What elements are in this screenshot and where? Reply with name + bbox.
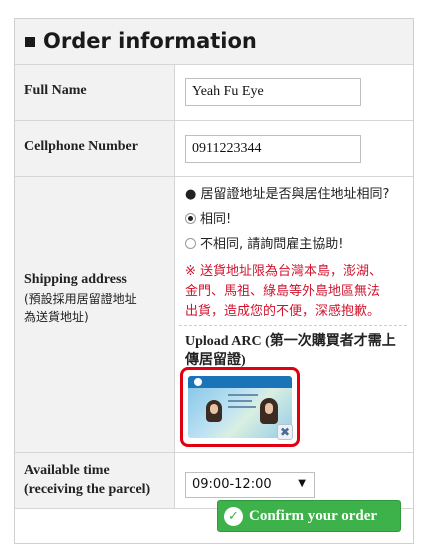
shipping-address-row: Shipping address (預設採用居留證地址 為送貨地址) ● 居留證… [15,177,413,453]
radio-selected-icon[interactable] [185,213,196,224]
address-question: ● 居留證地址是否與居住地址相同? [185,187,390,202]
radio-option-different[interactable]: 不相同, 請詢問雇主協助! [185,233,343,252]
shipping-notice: ※ 送貨地址限為台灣本島，澎湖、 金門、馬祖、綠島等外島地區無法 出貨，造成您的… [185,264,383,319]
upload-arc-label: Upload ARC (第一次購買者才需上 傳居留證) [185,334,396,368]
time-select-value: 09:00-12:00 [192,477,272,492]
confirm-order-label: Confirm your order [249,508,378,524]
cellphone-row: Cellphone Number 0911223344 [15,121,413,177]
radio-option-same-label: 相同! [200,212,232,227]
cellphone-label: Cellphone Number [24,139,138,154]
shipping-address-sublabel-1: (預設採用居留證地址 [24,292,137,306]
shipping-address-sublabel-2: 為送貨地址) [24,310,89,324]
full-name-row: Full Name Yeah Fu Eye [15,65,413,121]
square-icon [25,37,35,47]
form-header: Order information [15,19,413,65]
check-circle-icon: ✓ [224,507,243,526]
radio-option-same[interactable]: 相同! [185,208,231,227]
full-name-input[interactable]: Yeah Fu Eye [185,78,361,106]
page-title: Order information [43,29,257,53]
full-name-label: Full Name [24,83,87,98]
available-time-label: Available time [24,463,110,478]
emblem-icon [194,378,202,386]
actions-row: ✓ Confirm your order [15,500,413,543]
time-select[interactable]: 09:00-12:00 ▼ [185,472,315,498]
arc-upload-preview[interactable]: ✖ [180,367,300,447]
cellphone-input[interactable]: 0911223344 [185,135,361,163]
order-form: Order information Full Name Yeah Fu Eye … [14,18,414,544]
divider [179,325,407,326]
shipping-address-label: Shipping address [24,272,127,287]
dropdown-arrow-icon: ▼ [298,478,306,489]
radio-option-different-label: 不相同, 請詢問雇主協助! [200,237,344,252]
confirm-order-button[interactable]: ✓ Confirm your order [217,500,401,532]
available-time-sublabel: (receiving the parcel) [24,482,151,497]
radio-unselected-icon[interactable] [185,238,196,249]
remove-image-icon[interactable]: ✖ [277,424,293,440]
